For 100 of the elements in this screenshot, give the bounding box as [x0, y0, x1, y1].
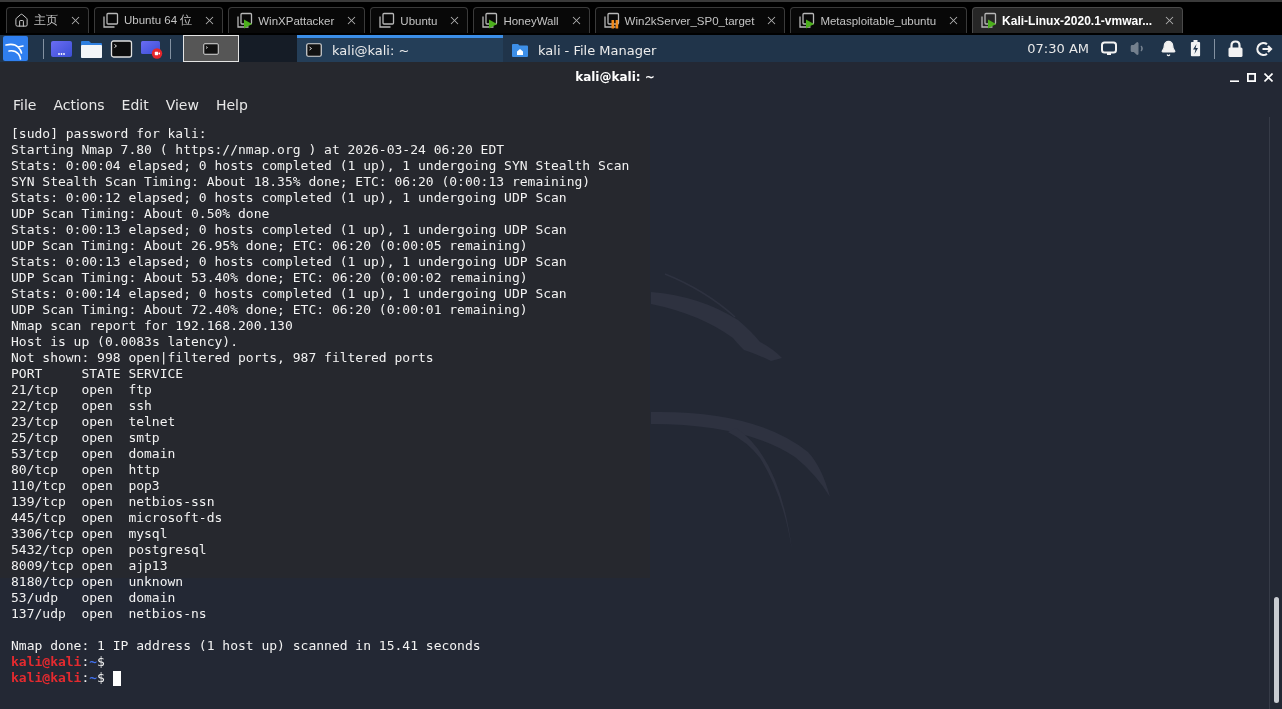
table-cell: open [81, 430, 113, 446]
vm-tab[interactable]: 主页 [6, 7, 89, 33]
output-line: Not shown: 998 open|filtered ports, 987 filtered ports [11, 350, 434, 366]
table-cell: mysql [128, 526, 168, 542]
column-header: SERVICE [128, 366, 184, 382]
bell-icon[interactable] [1160, 40, 1177, 57]
table-cell: open [81, 446, 113, 462]
table-cell: open [81, 542, 113, 558]
menu-item[interactable]: View [157, 94, 207, 115]
prompt-symbol: $ [97, 670, 105, 686]
terminal-icon [203, 42, 219, 55]
table-cell: open [81, 606, 113, 622]
table-cell: microsoft-ds [128, 510, 223, 526]
screen-icon[interactable] [50, 38, 73, 59]
table-cell: ftp [128, 382, 152, 398]
table-cell: telnet [128, 414, 176, 430]
output-line: Stats: 0:00:12 elapsed; 0 hosts completed (1 up), 1 undergoing UDP Scan [11, 190, 567, 206]
menu-item[interactable]: File [5, 94, 45, 115]
screen-record-icon[interactable] [140, 38, 163, 59]
table-cell: 25/tcp [11, 430, 58, 446]
table-cell: 53/udp [11, 590, 58, 606]
taskbar-window-button[interactable]: kali@kali: ~ [297, 35, 503, 62]
column-header: STATE [81, 366, 121, 382]
table-cell: open [81, 478, 113, 494]
scrollbar-thumb[interactable] [1273, 597, 1279, 703]
table-cell: 110/tcp [11, 478, 66, 494]
display-icon[interactable] [1101, 41, 1117, 56]
vm-tab[interactable]: Kali-Linux-2020.1-vmwar... [972, 7, 1184, 33]
prompt-separator: : [81, 670, 90, 686]
table-cell: pop3 [128, 478, 160, 494]
table-cell: 21/tcp [11, 382, 58, 398]
table-cell: 137/udp [11, 606, 66, 622]
vm-tab[interactable]: Ubuntu 64 位 [94, 7, 224, 33]
workspace-button[interactable] [183, 35, 239, 62]
output-line: Host is up (0.0083s latency). [11, 334, 238, 350]
folder-icon [512, 43, 528, 57]
table-cell: 8180/tcp [11, 574, 74, 590]
menu-item[interactable]: Edit [113, 94, 157, 115]
output-line: Starting Nmap 7.80 ( https://nmap.org ) at 2026-03-24 06:20 EDT [11, 142, 505, 158]
terminal-icon [306, 43, 322, 57]
output-line: Stats: 0:00:04 elapsed; 0 hosts completed (1 up), 1 undergoing SYN Stealth Scan [11, 158, 630, 174]
prompt-separator: : [81, 654, 90, 670]
clock: 07:30 AM [1027, 41, 1089, 56]
table-cell: open [81, 494, 113, 510]
output-line: SYN Stealth Scan Timing: About 18.35% done; ETC: 06:20 (0:00:13 remaining) [11, 174, 591, 190]
table-cell: open [81, 590, 113, 606]
lock-icon[interactable] [1228, 40, 1243, 57]
output-line: UDP Scan Timing: About 26.95% done; ETC: 06:20 (0:00:05 remaining) [11, 238, 528, 254]
output-line: Stats: 0:00:14 elapsed; 0 hosts completed (1 up), 1 undergoing UDP Scan [11, 286, 567, 302]
table-cell: 23/tcp [11, 414, 58, 430]
close-icon[interactable] [1264, 72, 1273, 82]
table-cell: ajp13 [128, 558, 168, 574]
menu-item[interactable]: Help [207, 94, 256, 115]
table-cell: open [81, 382, 113, 398]
table-cell: smtp [128, 430, 160, 446]
prompt-path: ~ [89, 670, 98, 686]
table-cell: ssh [128, 398, 152, 414]
table-cell: http [128, 462, 160, 478]
folder-icon[interactable] [80, 38, 103, 59]
output-line: Nmap scan report for 192.168.200.130 [11, 318, 293, 334]
output-line: Stats: 0:00:13 elapsed; 0 hosts completed (1 up), 1 undergoing UDP Scan [11, 222, 567, 238]
output-line: UDP Scan Timing: About 53.40% done; ETC: 06:20 (0:00:02 remaining) [11, 270, 528, 286]
table-cell: open [81, 398, 113, 414]
output-line: [sudo] password for kali: [11, 126, 207, 142]
table-cell: open [81, 558, 113, 574]
table-cell: open [81, 414, 113, 430]
output-line: UDP Scan Timing: About 72.40% done; ETC: 06:20 (0:00:01 remaining) [11, 302, 528, 318]
table-cell: domain [128, 590, 176, 606]
table-cell: domain [128, 446, 176, 462]
close-icon[interactable] [69, 14, 82, 27]
prompt-symbol: $ [97, 654, 105, 670]
table-cell: postgresql [128, 542, 207, 558]
output-line: UDP Scan Timing: About 0.50% done [11, 206, 270, 222]
vm-tab[interactable]: Metasploitable_ubuntu [790, 7, 968, 33]
maximize-icon[interactable] [1247, 72, 1256, 82]
table-cell: netbios-ns [128, 606, 207, 622]
terminal-icon[interactable] [110, 38, 133, 59]
menu-item[interactable]: Actions [45, 94, 113, 115]
vm-tab[interactable]: Ubuntu [370, 7, 469, 33]
table-cell: 22/tcp [11, 398, 58, 414]
window-title: kali@kali: ~ [575, 70, 655, 84]
vm-tab[interactable]: Win2kServer_SP0_target [594, 7, 786, 33]
prompt-user: kali@kali [11, 670, 82, 686]
output-line: Nmap done: 1 IP address (1 host up) scanned in 15.41 seconds [11, 638, 481, 654]
table-cell: open [81, 510, 113, 526]
table-cell: 53/tcp [11, 446, 58, 462]
table-cell: netbios-ssn [128, 494, 215, 510]
table-cell: open [81, 574, 113, 590]
table-cell: 139/tcp [11, 494, 66, 510]
table-cell: 445/tcp [11, 510, 66, 526]
logout-icon[interactable] [1256, 40, 1273, 57]
table-cell: open [81, 462, 113, 478]
vm-tab[interactable]: HoneyWall [473, 7, 590, 33]
table-cell: 8009/tcp [11, 558, 74, 574]
taskbar-window-button[interactable]: kali - File Manager [503, 35, 709, 62]
kali-logo-icon[interactable] [3, 36, 28, 61]
table-cell: 3306/tcp [11, 526, 74, 542]
prompt-user: kali@kali [11, 654, 82, 670]
vm-tab[interactable]: WinXPattacker [228, 7, 366, 33]
battery-icon[interactable] [1190, 40, 1201, 57]
